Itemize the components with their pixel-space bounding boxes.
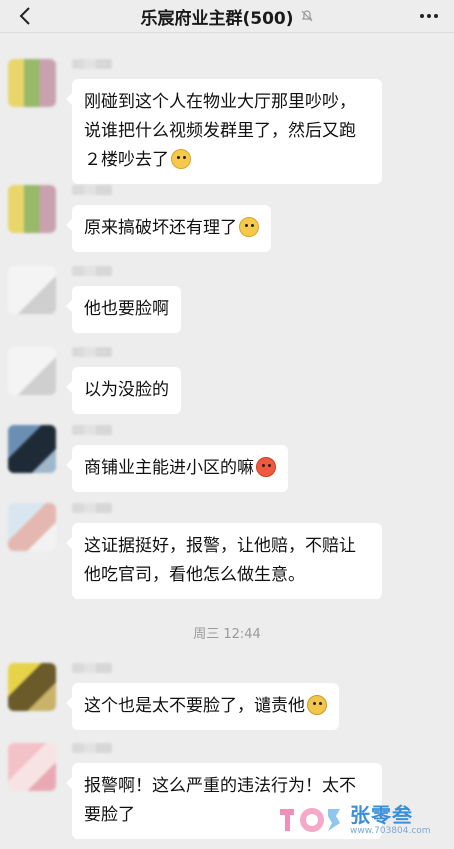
sender-name (72, 266, 112, 276)
message-bubble[interactable]: 原来搞破坏还有理了 (66, 205, 271, 252)
avatar[interactable] (8, 59, 56, 107)
chevron-left-icon (19, 7, 30, 25)
chat-title-wrap: 乐宸府业主群(500) (140, 4, 313, 29)
flushed-face-icon (239, 217, 259, 237)
sender-name (72, 425, 112, 435)
message-bubble[interactable]: 刚碰到这个人在物业大厅那里吵吵，说谁把什么视频发群里了，然后又跑２楼吵去了 (66, 79, 382, 184)
message-bubble[interactable]: 商铺业主能进小区的嘛 (66, 445, 288, 492)
message-text: 商铺业主能进小区的嘛 (84, 458, 254, 478)
sender-name (72, 743, 112, 753)
watermark-name: 张零叁 (350, 802, 413, 827)
pleading-face-icon (171, 149, 191, 169)
angry-face-icon (256, 457, 276, 477)
back-button[interactable] (10, 0, 40, 32)
avatar[interactable] (8, 503, 56, 551)
top-bar: 乐宸府业主群(500) (0, 0, 454, 33)
sender-name (72, 503, 112, 513)
message-text: 这证据挺好，报警，让他赔，不赔让他吃官司，看他怎么做生意。 (84, 536, 356, 585)
sender-name (72, 185, 112, 195)
bell-off-icon (301, 10, 312, 22)
avatar[interactable] (8, 743, 56, 791)
message-bubble[interactable]: 以为没脸的 (66, 367, 181, 414)
message-bubble[interactable]: 这个也是太不要脸了，谴责他 (66, 683, 339, 730)
more-dots-icon (420, 14, 438, 18)
avatar[interactable] (8, 425, 56, 473)
sender-name (72, 347, 112, 357)
message-bubble[interactable]: 这证据挺好，报警，让他赔，不赔让他吃官司，看他怎么做生意。 (66, 523, 382, 599)
avatar[interactable] (8, 266, 56, 314)
more-button[interactable] (414, 0, 444, 32)
message-text: 原来搞破坏还有理了 (84, 218, 237, 238)
avatar[interactable] (8, 347, 56, 395)
watermark-url: www.703804.com (350, 825, 431, 836)
watermark-logo-icon (278, 803, 344, 837)
sender-name (72, 59, 112, 69)
sender-name (72, 663, 112, 673)
avatar[interactable] (8, 185, 56, 233)
message-text: 刚碰到这个人在物业大厅那里吵吵，说谁把什么视频发群里了，然后又跑２楼吵去了 (84, 92, 356, 170)
watermark: 张零叁 www.703804.com (278, 799, 448, 841)
message-text: 以为没脸的 (84, 380, 169, 400)
message-text: 他也要脸啊 (84, 299, 169, 319)
message-bubble[interactable]: 他也要脸啊 (66, 286, 181, 333)
watermark-text: 张零叁 www.703804.com (350, 805, 431, 836)
message-text: 这个也是太不要脸了，谴责他 (84, 696, 305, 716)
chat-area[interactable]: 刚碰到这个人在物业大厅那里吵吵，说谁把什么视频发群里了，然后又跑２楼吵去了 原来… (0, 33, 454, 849)
timestamp: 周三 12:44 (193, 627, 261, 642)
police-officer-icon (307, 695, 327, 715)
chat-title: 乐宸府业主群(500) (140, 8, 294, 29)
avatar[interactable] (8, 663, 56, 711)
